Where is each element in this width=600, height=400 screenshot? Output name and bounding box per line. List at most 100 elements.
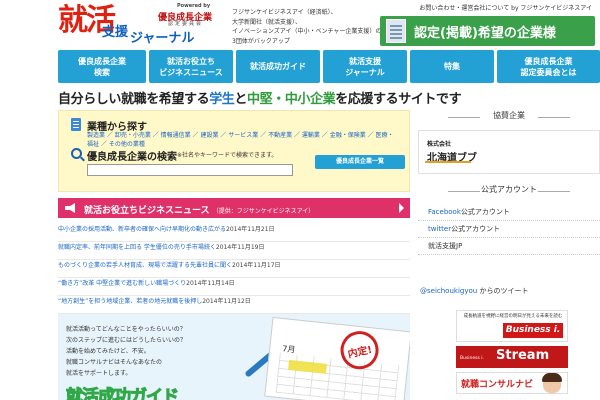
tagline-highlight-student: 学生 bbox=[209, 92, 235, 107]
news-link[interactable]: ものづくり企業の若手人材育成、現場で活躍する先輩社員に聞く bbox=[58, 262, 232, 269]
news-title-text: 就活お役立ちビジネスニュース bbox=[84, 206, 210, 216]
guide-line: 次のステップに進むにはどうしたらいいの？ bbox=[66, 337, 187, 344]
top-links[interactable]: お問い合わせ・運営会社について by フジサンケイビジネスアイ bbox=[419, 3, 592, 12]
megaphone-icon bbox=[65, 203, 75, 213]
news-item: ものづくり企業の若手人材育成、現場で活躍する先輩社員に聞く2014年11月17日 bbox=[58, 260, 410, 278]
search-panel: 業種から探す 製造業 ／ 卸売・小売業 ／ 情報通信業 ／ 建設業 ／ サービス… bbox=[58, 110, 410, 192]
intro-line: 3団体がバックアップ bbox=[232, 37, 290, 45]
right-sidebar: 協賛企業 株式会社 北海道ブブ 公式アカウント Facebook公式アカウント … bbox=[418, 110, 600, 394]
ad-copy: 成長軌道を視野に経営の明日が見える未来を読む bbox=[463, 314, 563, 319]
partner-banner[interactable]: 株式会社 北海道ブブ bbox=[418, 130, 600, 174]
nav-success-guide[interactable]: 就活成功ガイド bbox=[236, 50, 320, 83]
guide-copy: 就活活動ってどんなことをやったらいいの？ 次のステップに進むにはどうしたらいいの… bbox=[66, 324, 186, 379]
official-item-twitter[interactable]: twitter公式アカウント bbox=[418, 221, 600, 238]
nav-label: 特集 bbox=[444, 62, 460, 71]
nav-business-news[interactable]: 就活お役立ち ビジネスニュース bbox=[149, 50, 233, 83]
nav-label: ジャーナル bbox=[345, 67, 385, 77]
certification-banner[interactable]: 認定(掲載)希望の企業様 bbox=[380, 16, 595, 46]
nav-label: 優良成長企業 bbox=[78, 56, 126, 66]
news-item: 就職内定率、前年同期を上回る 学生優位の売り手市場続く2014年11月19日 bbox=[58, 242, 410, 260]
logo-sub[interactable]: 支援 bbox=[102, 26, 128, 39]
nav-label: 認定委員会とは bbox=[520, 67, 577, 77]
about-link[interactable]: お問い合わせ・運営会社について by フジサンケイビジネスアイ bbox=[419, 5, 592, 12]
powered-by: Powered by bbox=[177, 3, 211, 9]
ad-small: Business i. bbox=[460, 356, 484, 361]
building-icon bbox=[386, 19, 406, 43]
certification-banner-label: 認定(掲載)希望の企業様 bbox=[414, 26, 556, 41]
official-item-text: 就活支援JP bbox=[428, 242, 463, 250]
committee-sub: 認定委員会 bbox=[168, 21, 204, 27]
tagline-text: と bbox=[234, 92, 248, 107]
success-guide-banner[interactable]: 就活活動ってどんなことをやったらいいの？ 次のステップに進むにはどうしたらいいの… bbox=[58, 314, 410, 400]
news-link[interactable]: “地方創生”を担う地域企業、若者の地元就職を後押し bbox=[58, 298, 202, 305]
partner-kaisha: 株式会社 bbox=[427, 141, 452, 148]
ad-brand: Stream bbox=[496, 348, 550, 363]
news-title: 就活お役立ちビジネスニュース （提供：フジサンケイビジネスアイ） bbox=[84, 203, 314, 216]
guide-line: 就活をサポートします。 bbox=[66, 370, 132, 377]
ad-consul-navi[interactable]: 就職コンサルナビ bbox=[456, 372, 568, 394]
intro-line: フジサンケイビジネスアイ（経済紙）、 bbox=[232, 9, 337, 16]
company-search-input[interactable] bbox=[87, 164, 293, 176]
news-item: 中小企業の採用活動、新卒者の確保へ向け早期化の動き広がる2014年11月21日 bbox=[58, 224, 410, 242]
ad-business-i[interactable]: 成長軌道を視野に経営の明日が見える未来を読む Business i. bbox=[456, 310, 568, 342]
nav-label: 就活成功ガイド bbox=[250, 62, 306, 71]
company-list-button[interactable]: 優良成長企業一覧 bbox=[315, 155, 405, 169]
notebook-illustration: 7月 内定! bbox=[264, 316, 410, 400]
official-heading: 公式アカウント bbox=[418, 184, 600, 200]
site-tagline: 自分らしい就職を希望する学生と中堅・中小企業を応援するサイトです bbox=[58, 88, 600, 107]
twitter-handle[interactable]: @seichoukigyou bbox=[420, 287, 477, 295]
news-item: “働き方”改革 中堅企業で進む新しい職場づくり2014年11月14日 bbox=[58, 278, 410, 296]
guide-line: 就活活動ってどんなことをやったらいいの？ bbox=[66, 326, 186, 333]
company-search-note: ※社名やキーワードで検索できます。 bbox=[177, 152, 278, 159]
nav-company-search[interactable]: 優良成長企業 検索 bbox=[58, 50, 146, 83]
nav-label: 就活支援 bbox=[348, 56, 381, 66]
site-header: 就活 支援 ジャーナル Powered by 優良成長企業 認定委員会 フジサン… bbox=[0, 0, 600, 48]
tagline-text: を応援するサイトです bbox=[335, 92, 462, 107]
guide-line: 活動を始めてみたけど、不安。 bbox=[66, 348, 150, 355]
news-date: 2014年11月21日 bbox=[226, 226, 275, 233]
twitter-caption: からのツイート bbox=[477, 287, 529, 295]
news-link[interactable]: 就職内定率、前年同期を上回る 学生優位の売り手市場続く bbox=[58, 244, 216, 251]
official-item-text: 公式アカウント bbox=[451, 225, 501, 233]
nav-journal[interactable]: 就活支援 ジャーナル bbox=[323, 50, 407, 83]
search-icon bbox=[71, 148, 82, 159]
company-search-title: 優良成長企業の検索 bbox=[87, 152, 177, 163]
official-accounts: 公式アカウント Facebook公式アカウント twitter公式アカウント 就… bbox=[418, 184, 600, 255]
news-date: 2014年11月14日 bbox=[186, 280, 235, 287]
backers-intro: フジサンケイビジネスアイ（経済紙）、 大学新聞社（就活支援）、 イノベーションズ… bbox=[232, 8, 382, 46]
nav-label: 優良成長企業 bbox=[524, 56, 573, 66]
ad-brand: 就職コンサルナビ bbox=[461, 380, 534, 390]
partner-stripe bbox=[425, 161, 471, 163]
arrow-right-icon bbox=[399, 203, 404, 213]
official-item-jp[interactable]: 就活支援JP bbox=[418, 238, 600, 255]
industry-links[interactable]: 製造業 ／ 卸売・小売業 ／ 情報通信業 ／ 建設業 ／ サービス業 ／ 不動産… bbox=[87, 131, 397, 149]
intro-line: 大学新聞社（就活支援）、 bbox=[232, 18, 302, 26]
nav-committee[interactable]: 優良成長企業 認定委員会とは bbox=[497, 50, 600, 83]
logo-sub-journal[interactable]: ジャーナル bbox=[130, 27, 194, 46]
official-item-facebook[interactable]: Facebook公式アカウント bbox=[418, 204, 600, 221]
tagline-highlight-smb: 中堅・中小企業 bbox=[247, 92, 336, 107]
clipboard-icon bbox=[71, 118, 81, 131]
twitter-link[interactable]: twitter bbox=[428, 225, 451, 233]
news-date: 2014年11月17日 bbox=[232, 262, 281, 269]
news-list: 中小企業の採用活動、新卒者の確保へ向け早期化の動き広がる2014年11月21日 … bbox=[58, 224, 410, 314]
guide-title: 就活成功ガイド bbox=[66, 382, 180, 400]
news-date: 2014年11月12日 bbox=[202, 298, 251, 305]
news-date: 2014年11月19日 bbox=[215, 244, 265, 251]
nav-label: ビジネスニュース bbox=[159, 67, 223, 77]
nav-feature[interactable]: 特集 bbox=[410, 50, 494, 83]
person-photo bbox=[542, 373, 562, 393]
ad-stream[interactable]: Business i. Stream bbox=[456, 346, 568, 368]
nav-label: 就活お役立ち bbox=[166, 56, 215, 66]
news-item: “地方創生”を担う地域企業、若者の地元就職を後押し2014年11月12日 bbox=[58, 296, 410, 314]
news-source: （提供：フジサンケイビジネスアイ） bbox=[212, 208, 315, 215]
nav-label: 検索 bbox=[94, 67, 110, 77]
news-header[interactable]: 就活お役立ちビジネスニュース （提供：フジサンケイビジネスアイ） bbox=[58, 198, 410, 218]
official-item-text: 公式アカウント bbox=[460, 208, 510, 216]
partner-heading: 協賛企業 bbox=[418, 110, 600, 126]
news-link[interactable]: “働き方”改革 中堅企業で進む新しい職場づくり bbox=[58, 280, 186, 287]
facebook-link[interactable]: Facebook bbox=[428, 208, 461, 216]
news-link[interactable]: 中小企業の採用活動、新卒者の確保へ向け早期化の動き広がる bbox=[58, 226, 226, 233]
guide-line: 就職コンサルナビはそんなあなたの bbox=[66, 359, 163, 366]
tagline-text: 自分らしい就職を希望する bbox=[58, 92, 210, 107]
